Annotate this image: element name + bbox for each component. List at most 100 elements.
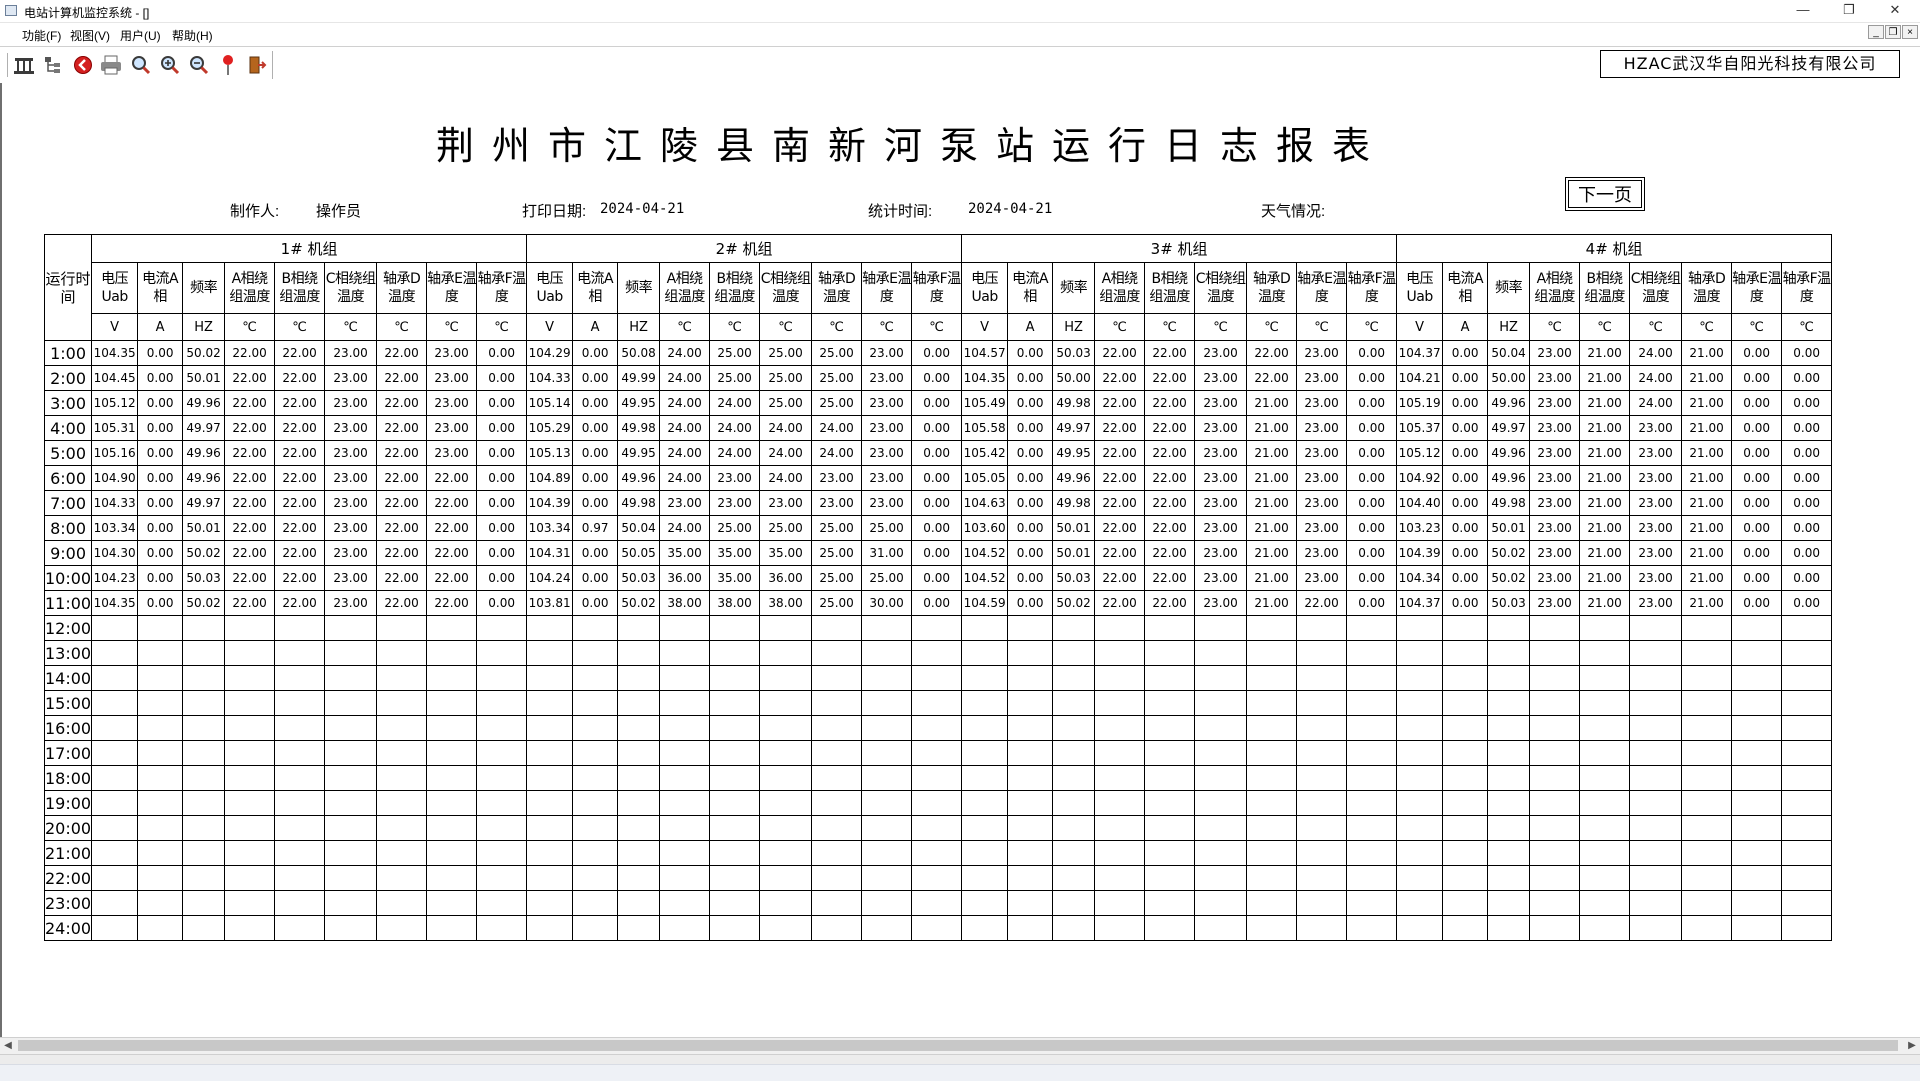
exit-icon[interactable] (244, 52, 270, 78)
menu-function[interactable]: 功能(F) (22, 27, 61, 44)
data-cell (376, 740, 428, 766)
data-cell: 0.00 (1346, 590, 1398, 616)
data-cell (759, 765, 813, 791)
data-cell (1296, 615, 1348, 641)
data-cell (659, 640, 711, 666)
data-cell (759, 815, 813, 841)
data-cell (1629, 715, 1683, 741)
close-button[interactable]: ✕ (1872, 0, 1918, 22)
stop-icon[interactable] (70, 52, 96, 78)
print-date-value: 2024-04-21 (600, 201, 685, 217)
data-cell: 0.00 (1007, 390, 1054, 416)
data-cell (1246, 765, 1298, 791)
data-cell: 0.00 (137, 590, 184, 616)
menu-help[interactable]: 帮助(H) (172, 27, 213, 44)
data-cell: 35.00 (709, 565, 761, 591)
scrollbar-thumb[interactable] (18, 1040, 1898, 1051)
data-cell (572, 915, 619, 941)
data-cell: 0.00 (1781, 565, 1833, 591)
data-cell (1681, 865, 1733, 891)
unit-group-header: 1# 机组 (91, 234, 528, 263)
scroll-right-icon[interactable]: ▶ (1904, 1038, 1920, 1054)
child-restore-button[interactable]: ❐ (1885, 25, 1901, 39)
data-cell (137, 665, 184, 691)
data-cell (1144, 790, 1196, 816)
station-icon[interactable] (11, 52, 37, 78)
data-cell (1346, 790, 1398, 816)
data-cell: 0.00 (911, 390, 963, 416)
data-cell (476, 840, 528, 866)
data-cell (91, 690, 139, 716)
data-cell: 0.00 (1781, 415, 1833, 441)
child-minimize-button[interactable]: _ (1868, 25, 1884, 39)
unit-label: ℃ (709, 313, 761, 341)
data-cell (182, 715, 226, 741)
data-cell: 50.01 (1487, 515, 1531, 541)
data-cell: 0.00 (137, 440, 184, 466)
data-cell: 50.01 (182, 515, 226, 541)
data-cell: 104.31 (526, 540, 574, 566)
data-cell: 35.00 (759, 540, 813, 566)
data-cell (1246, 715, 1298, 741)
pin-icon[interactable] (215, 52, 241, 78)
menu-view[interactable]: 视图(V) (70, 27, 110, 44)
data-cell (224, 615, 276, 641)
data-cell (1487, 765, 1531, 791)
data-cell (1681, 690, 1733, 716)
next-page-button[interactable]: 下一页 (1565, 177, 1645, 211)
column-header: C相绕组温度 (324, 262, 378, 314)
data-cell (1487, 715, 1531, 741)
data-cell: 0.00 (476, 340, 528, 366)
zoom-in-icon[interactable] (157, 52, 183, 78)
data-cell (91, 615, 139, 641)
data-cell (1246, 615, 1298, 641)
child-close-button[interactable]: × (1902, 25, 1918, 39)
print-icon[interactable] (98, 52, 124, 78)
zoom-icon[interactable] (128, 52, 154, 78)
data-cell (1246, 915, 1298, 941)
data-cell: 103.81 (526, 590, 574, 616)
scroll-left-icon[interactable]: ◀ (0, 1038, 16, 1054)
column-header: C相绕组温度 (1194, 262, 1248, 314)
data-cell (1144, 715, 1196, 741)
data-cell (1781, 765, 1833, 791)
print-date-label: 打印日期: (522, 203, 587, 220)
data-cell (1296, 840, 1348, 866)
data-cell (137, 815, 184, 841)
data-cell: 25.00 (811, 565, 863, 591)
app-icon (5, 5, 17, 16)
menu-user[interactable]: 用户(U) (120, 27, 161, 44)
data-cell (911, 865, 963, 891)
horizontal-scrollbar[interactable]: ◀ ▶ (0, 1037, 1920, 1054)
data-cell (1442, 840, 1489, 866)
data-cell (426, 865, 478, 891)
data-cell (759, 690, 813, 716)
data-cell (1396, 815, 1444, 841)
data-cell: 23.00 (1629, 440, 1683, 466)
data-cell (961, 840, 1009, 866)
data-cell: 23.00 (1629, 540, 1683, 566)
data-cell: 49.99 (617, 365, 661, 391)
row-time: 12:00 (43, 615, 93, 641)
data-cell (911, 815, 963, 841)
data-cell (1007, 690, 1054, 716)
tree-icon[interactable] (40, 52, 66, 78)
data-cell (1007, 840, 1054, 866)
maximize-button[interactable]: ❐ (1826, 0, 1872, 22)
data-cell (91, 915, 139, 941)
data-cell (137, 715, 184, 741)
data-cell: 21.00 (1579, 540, 1631, 566)
data-cell: 24.00 (759, 440, 813, 466)
data-cell: 50.04 (617, 515, 661, 541)
data-cell: 21.00 (1681, 490, 1733, 516)
minimize-button[interactable]: — (1780, 0, 1826, 22)
data-cell (1579, 665, 1631, 691)
column-header: 频率 (182, 262, 226, 314)
data-cell: 104.52 (961, 565, 1009, 591)
data-cell: 103.60 (961, 515, 1009, 541)
data-cell (1579, 865, 1631, 891)
data-cell (1781, 790, 1833, 816)
data-cell (376, 915, 428, 941)
zoom-out-icon[interactable] (186, 52, 212, 78)
data-cell (224, 715, 276, 741)
